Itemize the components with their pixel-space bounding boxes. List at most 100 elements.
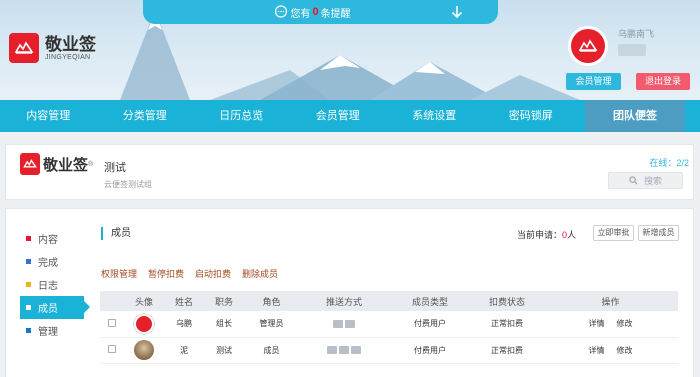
username: 乌鹏南飞 (618, 29, 655, 39)
sidebar-item-completed[interactable]: 完成 (20, 250, 84, 273)
nav-item-content[interactable]: 内容管理 (0, 100, 97, 132)
section-title: 成员 (101, 227, 131, 240)
column-header-push: 推送方式 (299, 291, 389, 311)
detail-link[interactable]: 详情 (589, 319, 605, 328)
column-header-title: 职务 (204, 291, 244, 311)
yellow-dot-icon (26, 282, 31, 287)
sidebar-item-label: 成员 (38, 304, 58, 315)
red-dot-icon (26, 236, 31, 241)
brand-name-en: JINGYEQIAN (45, 53, 91, 61)
team-logo-icon (20, 153, 40, 175)
push-methods (299, 337, 389, 364)
member-avatar (134, 313, 154, 334)
row-checkbox[interactable] (108, 345, 116, 353)
blue-dot-icon (26, 328, 31, 333)
table-row: 乌鹏 组长 管理员 付费用户 正常扣费 详情 修改 (100, 311, 678, 338)
team-logo-text: 敬业签 (43, 156, 89, 174)
sidebar-item-label: 管理 (38, 327, 58, 338)
member-title: 组长 (204, 311, 244, 338)
white-dot-icon (26, 305, 31, 310)
delete-member-link[interactable]: 删除成员 (242, 267, 278, 280)
main-panel: 内容 完成 日志 成员 管理 成员 当前申请：0人 立即审批 新增成员 权限管理… (5, 208, 694, 377)
column-header-name: 姓名 (164, 291, 204, 311)
user-avatar[interactable] (568, 26, 608, 66)
add-member-button[interactable]: 新增成员 (638, 225, 679, 241)
user-status-placeholder (618, 44, 646, 56)
notice-suffix: 条提醒 (320, 8, 351, 20)
member-name: 乌鹏 (164, 311, 204, 338)
team-logo: 敬业签 ® (20, 153, 93, 175)
sidebar: 内容 完成 日志 成员 管理 (20, 227, 90, 342)
member-management-button[interactable]: 会员管理 (566, 73, 621, 90)
team-card: 敬业签 ® 测试 云便签测试组 在线：2/2 搜索 (5, 144, 694, 200)
brand-name-cn: 敬业签 (45, 34, 96, 54)
team-name: 测试 (104, 162, 126, 174)
pending-applications: 当前申请：0人 (517, 228, 576, 241)
approve-now-button[interactable]: 立即审批 (593, 225, 634, 241)
pending-label: 当前申请： (517, 230, 563, 240)
member-role: 成员 (244, 337, 299, 364)
main-nav: 内容管理 分类管理 日历总览 会员管理 系统设置 密码锁屏 团队便签 (0, 100, 700, 132)
arrow-down-icon[interactable] (450, 4, 464, 20)
edit-link[interactable]: 修改 (617, 346, 633, 355)
nav-item-settings[interactable]: 系统设置 (386, 100, 483, 132)
registered-mark: ® (88, 160, 94, 168)
push-methods (299, 311, 389, 338)
notice-count: 0 (312, 6, 319, 18)
sidebar-item-label: 内容 (38, 235, 58, 246)
member-title: 测试 (204, 337, 244, 364)
member-type: 付费用户 (389, 311, 471, 338)
table-row: 泥 测试 成员 付费用户 正常扣费 详情 修改 (100, 337, 678, 364)
online-label: 在线： (649, 158, 677, 168)
sidebar-item-content[interactable]: 内容 (20, 227, 84, 250)
start-billing-link[interactable]: 启动扣费 (195, 267, 231, 280)
search-icon (629, 176, 638, 185)
chat-bubble-icon (274, 5, 288, 18)
nav-item-team-notes[interactable]: 团队便签 (585, 100, 685, 132)
search-input[interactable]: 搜索 (608, 172, 683, 189)
sidebar-item-log[interactable]: 日志 (20, 273, 84, 296)
row-checkbox[interactable] (108, 318, 116, 327)
member-name: 泥 (164, 337, 204, 364)
nav-item-calendar[interactable]: 日历总览 (193, 100, 290, 132)
member-type: 付费用户 (389, 337, 471, 364)
column-header-role: 角色 (244, 291, 299, 311)
billing-status: 正常扣费 (471, 311, 543, 338)
member-actions: 权限管理 暂停扣费 启动扣费 删除成员 (101, 267, 278, 280)
nav-item-lock-screen[interactable]: 密码锁屏 (483, 100, 580, 132)
blue-dot-icon (26, 259, 31, 264)
brand-logo[interactable]: 敬业签 JINGYEQIAN (9, 33, 96, 63)
wechat-push-icon (339, 346, 349, 355)
email-push-icon (327, 346, 337, 355)
team-description: 云便签测试组 (104, 180, 152, 189)
pending-unit: 人 (567, 230, 577, 240)
message-push-icon (345, 320, 355, 329)
edit-link[interactable]: 修改 (617, 319, 633, 328)
logo-mark-icon (9, 33, 39, 63)
pause-billing-link[interactable]: 暂停扣费 (148, 267, 184, 280)
sidebar-item-members[interactable]: 成员 (20, 296, 90, 319)
permission-management-link[interactable]: 权限管理 (101, 267, 137, 280)
table-header-row: 头像 姓名 职务 角色 推送方式 成员类型 扣费状态 操作 (100, 291, 678, 311)
column-header-billing: 扣费状态 (471, 291, 543, 311)
sidebar-item-label: 日志 (38, 281, 58, 292)
billing-status: 正常扣费 (471, 337, 543, 364)
member-avatar (134, 340, 154, 360)
sidebar-item-label: 完成 (38, 258, 58, 269)
notification-bar[interactable]: 您有 0 条提醒 (143, 0, 498, 24)
search-placeholder: 搜索 (643, 176, 662, 186)
notice-prefix: 您有 (290, 8, 311, 20)
sidebar-item-manage[interactable]: 管理 (20, 319, 84, 342)
column-header-avatar: 头像 (124, 291, 164, 311)
logout-button[interactable]: 退出登录 (636, 73, 690, 90)
email-push-icon (333, 320, 343, 329)
online-count: 在线：2/2 (649, 156, 689, 169)
member-role: 管理员 (244, 311, 299, 338)
nav-item-membership[interactable]: 会员管理 (290, 100, 387, 132)
column-header-type: 成员类型 (389, 291, 471, 311)
nav-item-category[interactable]: 分类管理 (97, 100, 194, 132)
message-push-icon (351, 346, 361, 355)
detail-link[interactable]: 详情 (589, 346, 605, 355)
members-table: 头像 姓名 职务 角色 推送方式 成员类型 扣费状态 操作 乌鹏 组长 管理员 … (100, 291, 678, 364)
column-header-actions: 操作 (543, 291, 678, 311)
